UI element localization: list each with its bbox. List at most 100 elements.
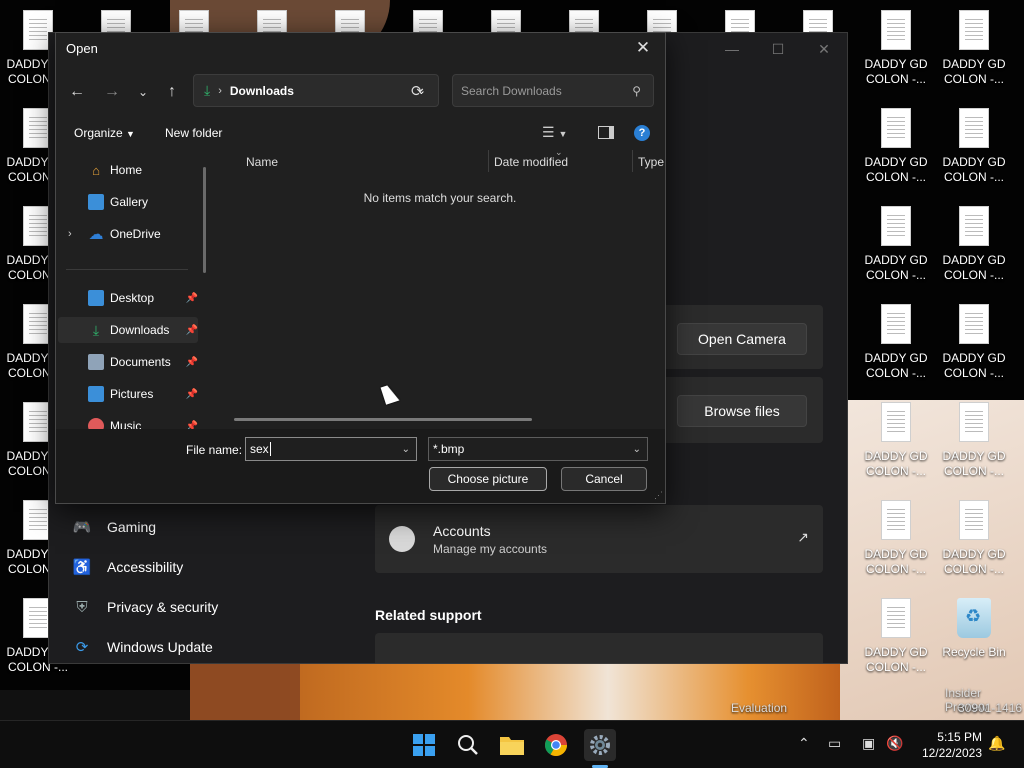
recycle-bin[interactable]: Recycle Bin	[936, 598, 1012, 678]
nav-label: Windows Update	[107, 639, 213, 655]
forward-icon[interactable]: →	[99, 79, 125, 105]
up-icon[interactable]: ↑	[159, 79, 185, 105]
pin-icon: 📌	[185, 388, 198, 400]
pin-icon: 📌	[185, 356, 198, 368]
navigation-pane: ⌂ Home Gallery › ☁ OneDrive Desktop 📌 ⤓ …	[58, 155, 208, 429]
dialog-title: Open	[66, 40, 98, 56]
new-folder-button[interactable]: New folder	[165, 126, 222, 140]
tree-item-onedrive[interactable]: › ☁ OneDrive	[58, 221, 198, 247]
window-controls: — ☐ ✕	[709, 33, 847, 65]
refresh-icon[interactable]: ⟳	[411, 82, 424, 100]
tree-item-gallery[interactable]: Gallery	[58, 189, 198, 215]
maximize-icon[interactable]: ☐	[755, 33, 801, 65]
choose-picture-button[interactable]: Choose picture	[429, 467, 547, 491]
open-camera-button[interactable]: Open Camera	[677, 323, 807, 355]
column-name[interactable]: Name	[246, 155, 278, 169]
downloads-icon: ⤓	[92, 321, 100, 338]
start-icon[interactable]	[408, 729, 440, 761]
desktop-file-icon[interactable]: DADDY GD COLON -...	[936, 500, 1012, 580]
accounts-card[interactable]: Accounts Manage my accounts ↗	[375, 505, 823, 573]
column-divider[interactable]	[488, 150, 489, 172]
horizontal-scrollbar[interactable]	[234, 418, 532, 421]
desktop-file-icon[interactable]: DADDY GD COLON -...	[858, 598, 934, 678]
tree-label: OneDrive	[110, 227, 161, 241]
empty-message: No items match your search.	[363, 191, 517, 205]
show-hidden-icons-icon[interactable]: ⌃	[798, 735, 810, 752]
document-icon	[881, 500, 911, 540]
dialog-titlebar: Open	[56, 33, 665, 63]
nav-item-accessibility[interactable]: ♿ Accessibility	[71, 555, 184, 579]
volume-icon[interactable]: 🔇	[886, 735, 903, 752]
desktop-file-icon[interactable]: DADDY GD COLON -...	[936, 402, 1012, 482]
browse-files-button[interactable]: Browse files	[677, 395, 807, 427]
view-options-icon[interactable]: ☰ ▼	[542, 124, 567, 141]
tree-item-pictures[interactable]: Pictures 📌	[58, 381, 198, 407]
desktop-file-icon[interactable]: DADDY GD COLON -...	[858, 10, 934, 90]
desktop-file-icon[interactable]: DADDY GD COLON -...	[858, 206, 934, 286]
search-icon[interactable]	[452, 729, 484, 761]
tree-item-downloads[interactable]: ⤓ Downloads 📌	[58, 317, 198, 343]
clock[interactable]: 5:15 PM 12/22/2023	[922, 729, 982, 761]
cancel-button[interactable]: Cancel	[561, 467, 647, 491]
accessibility-icon: ♿	[72, 559, 92, 576]
nav-item-gaming[interactable]: 🎮 Gaming	[71, 515, 156, 539]
nav-item-privacy[interactable]: ⛨ Privacy & security	[71, 595, 218, 619]
tree-item-music[interactable]: Music 📌	[58, 413, 198, 429]
gamepad-icon: 🎮	[72, 519, 92, 536]
desktop-folder-icon	[88, 290, 104, 306]
network-icon[interactable]: ▭	[828, 735, 841, 752]
downloads-icon: ⤓	[204, 82, 211, 98]
close-icon[interactable]: ✕	[801, 33, 847, 65]
user-avatar-icon	[389, 526, 415, 552]
desktop-file-icon[interactable]: DADDY GD COLON -...	[858, 500, 934, 580]
tree-item-desktop[interactable]: Desktop 📌	[58, 285, 198, 311]
expand-chevron-icon[interactable]: ›	[68, 228, 72, 240]
address-bar[interactable]: ⤓ › Downloads ⌄	[193, 74, 439, 107]
tree-label: Desktop	[110, 291, 155, 305]
tree-item-documents[interactable]: Documents 📌	[58, 349, 198, 375]
desktop-file-icon[interactable]: DADDY GD COLON -...	[858, 402, 934, 482]
preview-pane-icon[interactable]	[598, 126, 614, 139]
search-placeholder: Search Downloads	[461, 83, 562, 98]
organize-menu[interactable]: Organize ▼	[74, 126, 135, 140]
documents-icon	[88, 354, 104, 370]
desktop-file-icon[interactable]: DADDY GD COLON -...	[936, 206, 1012, 286]
desktop-file-icon[interactable]: DADDY GD COLON -...	[936, 10, 1012, 90]
desktop-file-icon[interactable]: DADDY GD COLON -...	[936, 108, 1012, 188]
chevron-down-icon[interactable]: ⌄	[402, 444, 410, 455]
tree-divider	[66, 269, 188, 270]
breadcrumb-downloads[interactable]: Downloads	[230, 84, 294, 98]
related-card[interactable]	[375, 633, 823, 663]
settings-icon[interactable]	[584, 729, 616, 761]
chevron-down-icon: ▼	[126, 129, 135, 139]
column-divider[interactable]	[632, 150, 633, 172]
document-icon	[881, 598, 911, 638]
tree-item-home[interactable]: ⌂ Home	[58, 157, 198, 183]
help-icon[interactable]: ?	[634, 125, 650, 141]
document-icon	[959, 402, 989, 442]
file-explorer-icon[interactable]	[496, 729, 528, 761]
resize-grip-icon[interactable]: ⋰	[654, 490, 663, 501]
notifications-icon[interactable]: 🔔	[988, 735, 1005, 752]
file-type-select[interactable]: *.bmp ⌄	[428, 437, 648, 461]
search-input[interactable]: Search Downloads ⚲	[452, 74, 654, 107]
update-icon: ⟳	[75, 639, 89, 656]
file-name-input[interactable]: sex ⌄	[245, 437, 417, 461]
document-icon	[881, 206, 911, 246]
desktop-file-icon[interactable]: DADDY GD COLON -...	[858, 108, 934, 188]
pin-icon: 📌	[185, 420, 198, 430]
close-icon[interactable]: ✕	[621, 33, 665, 63]
document-icon	[959, 304, 989, 344]
display-icon[interactable]: ▣	[862, 735, 875, 752]
nav-label: Privacy & security	[107, 599, 219, 615]
recent-locations-icon[interactable]: ⌄	[130, 79, 156, 105]
column-type[interactable]: Type	[638, 155, 664, 169]
nav-scrollbar[interactable]	[203, 167, 206, 273]
taskbar: ⌃ ▭ ▣ 🔇 5:15 PM 12/22/2023 🔔	[0, 720, 1024, 768]
back-icon[interactable]: ←	[64, 79, 90, 105]
minimize-icon[interactable]: —	[709, 33, 755, 65]
desktop-file-icon[interactable]: DADDY GD COLON -...	[858, 304, 934, 384]
desktop-file-icon[interactable]: DADDY GD COLON -...	[936, 304, 1012, 384]
chrome-icon[interactable]	[540, 729, 572, 761]
nav-item-windows-update[interactable]: ⟳ Windows Update	[71, 635, 213, 659]
